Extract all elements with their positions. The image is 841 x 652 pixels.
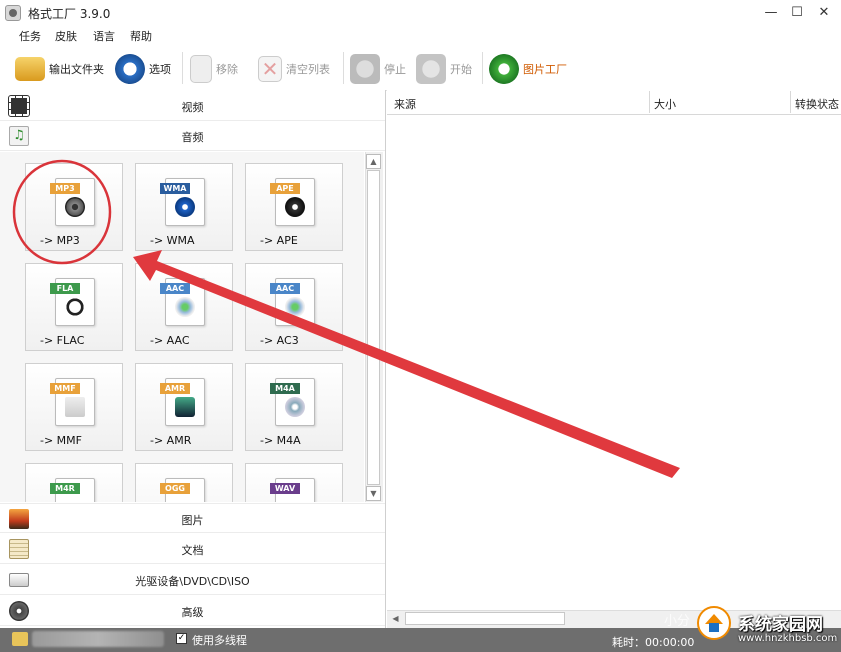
watermark-url: www.hnzkhbsb.com xyxy=(738,633,838,644)
watermark-faint-text: 小分 xyxy=(664,614,691,629)
house-logo-icon xyxy=(697,606,731,640)
highlight-circle xyxy=(12,159,112,265)
watermark-site-name: 系统家园网 xyxy=(738,615,823,635)
annotation-overlay xyxy=(12,159,680,478)
pointer-arrow xyxy=(133,250,680,478)
